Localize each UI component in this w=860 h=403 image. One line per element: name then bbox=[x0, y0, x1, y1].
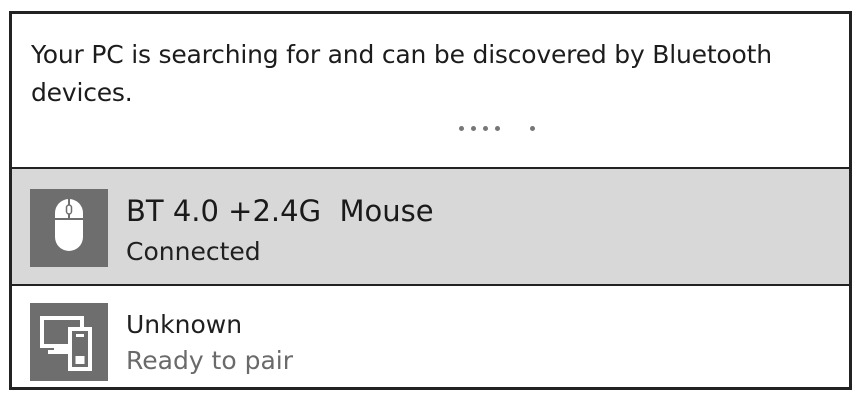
progress-dot bbox=[483, 126, 488, 131]
progress-dot bbox=[530, 126, 535, 131]
progress-dot bbox=[459, 126, 464, 131]
device-name: BT 4.0 +2.4G Mouse bbox=[126, 194, 434, 228]
progress-dot bbox=[495, 126, 500, 131]
mouse-icon-graphic bbox=[55, 199, 83, 251]
device-item-bt-mouse[interactable]: BT 4.0 +2.4G Mouse Connected bbox=[12, 169, 849, 286]
generic-device-icon-graphic bbox=[40, 316, 92, 371]
device-status: Ready to pair bbox=[126, 346, 294, 375]
device-name: Unknown bbox=[126, 310, 243, 339]
generic-device-icon bbox=[30, 303, 108, 381]
searching-progress-indicator bbox=[449, 126, 539, 134]
progress-dot bbox=[471, 126, 476, 131]
device-status: Connected bbox=[126, 237, 261, 266]
bluetooth-status-area: Your PC is searching for and can be disc… bbox=[12, 14, 849, 169]
bluetooth-devices-panel: Your PC is searching for and can be disc… bbox=[9, 11, 852, 390]
device-item-unknown[interactable]: Unknown Ready to pair bbox=[12, 286, 849, 387]
bluetooth-status-message: Your PC is searching for and can be disc… bbox=[31, 40, 772, 107]
mouse-icon bbox=[30, 189, 108, 267]
